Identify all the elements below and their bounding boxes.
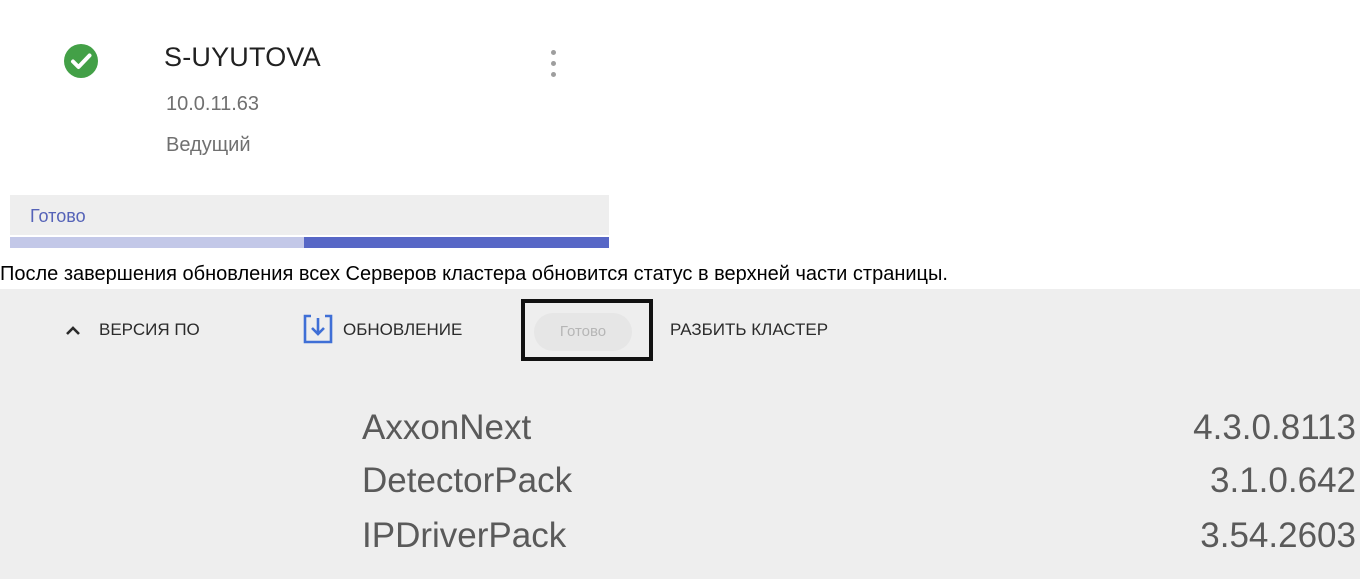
progress-bar xyxy=(10,237,609,248)
cluster-panel: ВЕРСИЯ ПО ОБНОВЛЕНИЕ Готово РАЗБИТЬ КЛАС… xyxy=(0,289,1360,579)
chevron-up-icon[interactable] xyxy=(64,322,82,340)
package-name: DetectorPack xyxy=(362,461,573,500)
server-role: Ведущий xyxy=(166,134,251,156)
package-version: 3.1.0.642 xyxy=(1210,461,1356,500)
caption-text: После завершения обновления всех Серверо… xyxy=(0,263,948,285)
software-version-button[interactable]: ВЕРСИЯ ПО xyxy=(99,320,200,340)
update-button[interactable]: ОБНОВЛЕНИЕ xyxy=(343,320,462,340)
download-icon[interactable] xyxy=(301,312,335,346)
server-name: S-UYUTOVA xyxy=(164,42,321,72)
package-version: 3.54.2603 xyxy=(1200,516,1356,555)
check-circle-icon xyxy=(64,44,98,78)
split-cluster-button[interactable]: РАЗБИТЬ КЛАСТЕР xyxy=(670,320,828,340)
ready-button-label: Готово xyxy=(559,323,607,340)
package-version: 4.3.0.8113 xyxy=(1193,408,1356,447)
package-name: AxxonNext xyxy=(362,408,532,447)
server-card: S-UYUTOVA 10.0.11.63 Ведущий xyxy=(0,0,610,190)
status-bar xyxy=(10,195,609,235)
package-name: IPDriverPack xyxy=(362,516,567,555)
more-vert-icon[interactable] xyxy=(550,50,556,84)
progress-fill xyxy=(303,237,609,248)
status-label: Готово xyxy=(30,206,86,226)
server-ip: 10.0.11.63 xyxy=(166,93,260,115)
